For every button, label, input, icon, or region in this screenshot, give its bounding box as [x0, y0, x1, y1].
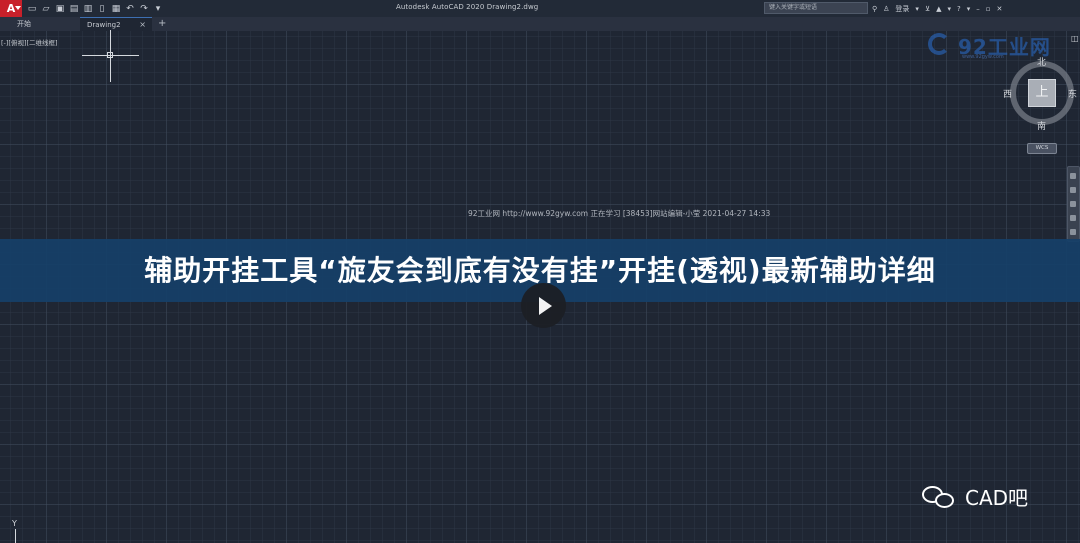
play-button[interactable] — [521, 283, 566, 328]
ucs-icon — [15, 529, 16, 543]
pickbox — [107, 52, 113, 58]
quick-access-toolbar: ▭ ▱ ▣ ▤ ▥ ▯ ▦ ↶ ↷ ▾ — [27, 2, 163, 15]
compass-south[interactable]: 南 — [1037, 119, 1046, 132]
navigation-bar[interactable] — [1067, 166, 1080, 242]
search-input[interactable]: 键入关键字或短语 — [764, 2, 868, 14]
close-icon[interactable]: × — [139, 18, 146, 32]
redo-icon[interactable]: ↷ — [139, 4, 149, 14]
logo-ring-icon — [928, 33, 950, 55]
undo-icon[interactable]: ↶ — [125, 4, 135, 14]
plot-preview-icon[interactable]: ▦ — [111, 4, 121, 14]
plot-icon[interactable]: ▥ — [83, 4, 93, 14]
chevron-down-icon — [15, 6, 21, 10]
steering-wheel-icon[interactable] — [1070, 173, 1076, 179]
print-icon[interactable]: ▯ — [97, 4, 107, 14]
video-watermark-text: 92工业网 http://www.92gyw.com 正在学习 [38453]网… — [468, 209, 771, 218]
user-icon[interactable]: ♙ — [883, 5, 889, 13]
chevron-down-icon[interactable]: ▾ — [967, 5, 971, 13]
viewcube[interactable]: 上 北 南 东 西 — [1003, 55, 1079, 135]
maximize-icon[interactable]: ▫ — [986, 5, 991, 13]
autodesk-a360-icon[interactable]: ▲ — [936, 5, 941, 13]
help-icon[interactable]: ? — [957, 5, 961, 13]
play-icon — [539, 297, 552, 315]
save-as-icon[interactable]: ▤ — [69, 4, 79, 14]
minimize-icon[interactable]: – — [976, 5, 980, 13]
tab-label: 开始 — [17, 20, 31, 28]
save-icon[interactable]: ▣ — [55, 4, 65, 14]
orbit-icon[interactable] — [1070, 215, 1076, 221]
app-logo-letter: A — [6, 2, 16, 15]
compass-north[interactable]: 北 — [1037, 55, 1046, 68]
new-tab-button[interactable]: + — [158, 17, 166, 31]
showmotion-icon[interactable] — [1070, 229, 1076, 235]
tab-label: Drawing2 — [87, 21, 121, 29]
open-icon[interactable]: ▱ — [41, 4, 51, 14]
dropdown-icon[interactable]: ▾ — [153, 4, 163, 14]
compass-east[interactable]: 东 — [1068, 87, 1077, 100]
window-title: Autodesk AutoCAD 2020 Drawing2.dwg — [396, 3, 539, 11]
chevron-down-icon[interactable]: ▾ — [947, 5, 951, 13]
source-label: CAD吧 — [965, 485, 1029, 510]
wechat-icon — [920, 484, 960, 508]
close-icon[interactable]: ✕ — [996, 5, 1002, 13]
tab-start[interactable]: 开始 — [10, 17, 78, 31]
viewport-controls[interactable]: [-][俯视][二维线框] — [1, 37, 58, 47]
zoom-icon[interactable] — [1070, 201, 1076, 207]
pan-icon[interactable] — [1070, 187, 1076, 193]
site-logo-subtext: www.92gyw.com — [962, 54, 1004, 60]
ucs-y-label: Y — [12, 519, 17, 528]
tab-drawing2[interactable]: Drawing2 × — [80, 17, 152, 31]
viewcube-top-face[interactable]: 上 — [1028, 79, 1056, 107]
title-bar: A ▭ ▱ ▣ ▤ ▥ ▯ ▦ ↶ ↷ ▾ Autodesk AutoCAD 2… — [0, 0, 1080, 18]
cart-icon[interactable]: ⊻ — [925, 5, 930, 13]
wcs-menu-button[interactable]: WCS — [1027, 143, 1057, 154]
new-icon[interactable]: ▭ — [27, 4, 37, 14]
binoculars-icon[interactable]: ⚲ — [872, 5, 877, 13]
sign-in-link[interactable]: 登录 — [895, 4, 909, 14]
file-tab-bar: 开始 Drawing2 × + — [0, 17, 1080, 31]
viewport-maximize-icon[interactable]: ◫ — [1071, 34, 1080, 44]
title-bar-tools: ⚲ ♙ 登录 ▾ ⊻ ▲ ▾ ? ▾ – ▫ ✕ — [872, 2, 1002, 15]
source-attribution: CAD吧 — [920, 482, 1028, 510]
chevron-down-icon[interactable]: ▾ — [915, 5, 919, 13]
application-menu-button[interactable]: A — [0, 0, 22, 17]
compass-west[interactable]: 西 — [1003, 87, 1012, 100]
